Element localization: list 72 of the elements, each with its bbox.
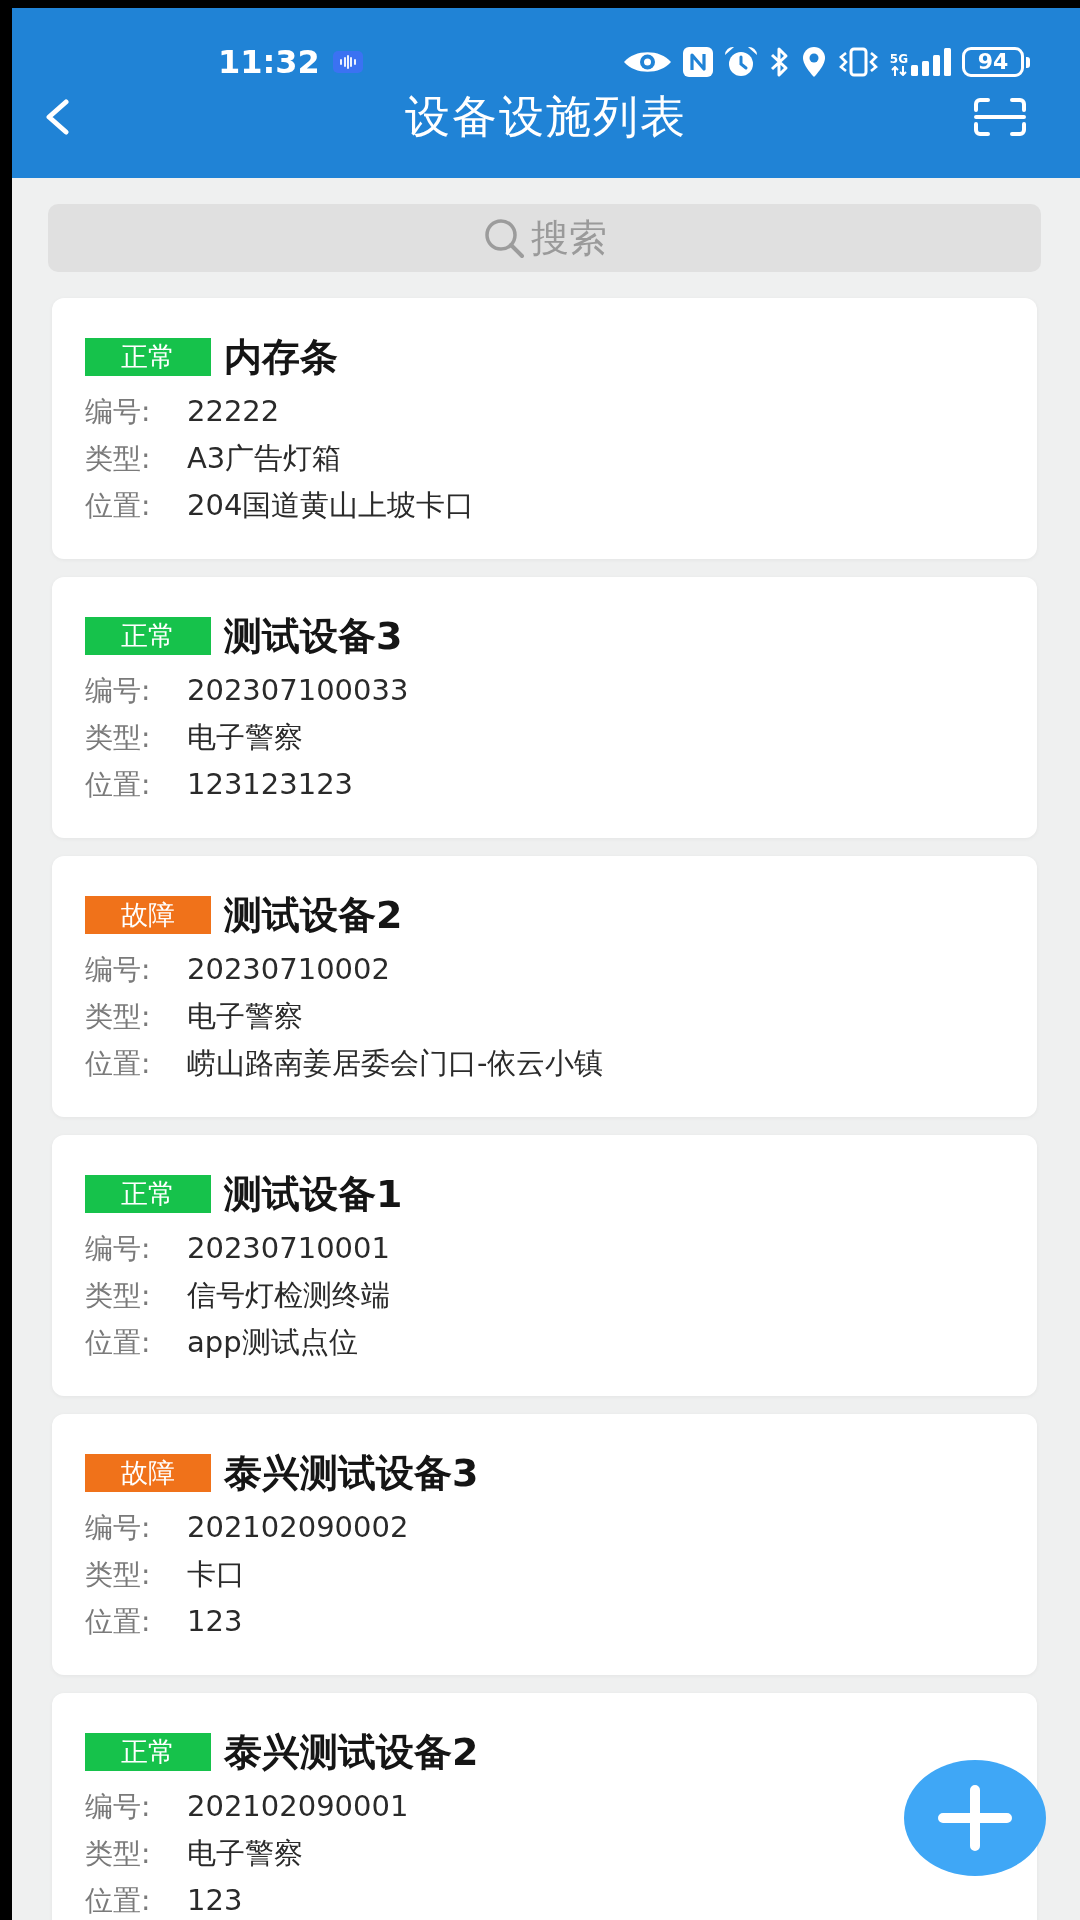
field-value: 202102090002 [187,1509,409,1546]
field-value: 22222 [187,393,280,430]
field-value: 电子警察 [187,719,303,756]
alarm-clock-icon [723,46,758,78]
field-label: 类型: [85,999,152,1035]
field-label: 编号: [85,952,152,988]
page-title: 设备设施列表 [405,89,687,145]
field-value: 崂山路南姜居委会门口-依云小镇 [187,1045,604,1082]
status-tag: 正常 [85,617,211,655]
network-type: 5G [889,53,908,66]
plus-icon [938,1785,1012,1851]
field-label: 位置: [85,1604,152,1640]
field-label: 类型: [85,1836,152,1872]
field-label: 类型: [85,441,152,477]
scan-icon [974,98,1026,136]
field-label: 编号: [85,1510,152,1546]
back-button[interactable] [43,99,71,135]
field-value: 123 [187,1882,243,1919]
device-card[interactable]: 正常 内存条 编号: 22222 类型: A3广告灯箱 位置: 204国道黄山上坡卡口 [52,298,1037,559]
device-name: 泰兴测试设备3 [224,1451,479,1495]
field-value: 20230710001 [187,1230,390,1267]
field-label: 位置: [85,1883,152,1919]
status-tag: 故障 [85,1454,211,1492]
field-value: 信号灯检测终端 [187,1277,390,1314]
field-value: 20230710002 [187,951,390,988]
field-label: 位置: [85,1046,152,1082]
location-pin-icon [800,46,827,78]
field-value: 123 [187,1603,243,1640]
field-label: 位置: [85,488,152,524]
field-label: 类型: [85,1557,152,1593]
status-time: 11:32 [218,42,320,83]
field-label: 位置: [85,1325,152,1361]
device-card[interactable]: 故障 测试设备2 编号: 20230710002 类型: 电子警察 位置: 崂山路南姜居委会门口-依云小镇 [52,856,1037,1117]
field-value: 202102090001 [187,1788,409,1825]
device-card[interactable]: 正常 测试设备1 编号: 20230710001 类型: 信号灯检测终端 位置: app测试点位 [52,1135,1037,1396]
field-value: 卡口 [187,1556,245,1593]
chevron-left-icon [43,99,71,135]
sound-wave-icon [332,51,363,73]
field-value: 204国道黄山上坡卡口 [187,487,475,524]
status-tag: 故障 [85,896,211,934]
field-label: 编号: [85,1789,152,1825]
field-value: app测试点位 [187,1324,358,1361]
field-label: 类型: [85,1278,152,1314]
status-tag: 正常 [85,338,211,376]
field-value: 123123123 [187,766,354,803]
vibrate-icon [837,47,879,77]
device-name: 测试设备1 [224,1172,403,1216]
field-label: 编号: [85,673,152,709]
field-label: 编号: [85,1231,152,1267]
field-value: 电子警察 [187,1835,303,1872]
device-card[interactable]: 故障 泰兴测试设备3 编号: 202102090002 类型: 卡口 位置: 123 [52,1414,1037,1675]
battery-percentage: 94 [977,50,1009,74]
device-card[interactable]: 正常 测试设备3 编号: 202307100033 类型: 电子警察 位置: 123123123 [52,577,1037,838]
nfc-icon [682,47,713,77]
device-name: 泰兴测试设备2 [224,1730,479,1774]
device-name: 测试设备2 [224,893,403,937]
field-value: 202307100033 [187,672,409,709]
device-name: 内存条 [224,335,338,379]
device-name: 测试设备3 [224,614,403,658]
field-label: 编号: [85,394,152,430]
scan-button[interactable] [974,98,1026,136]
field-value: A3广告灯箱 [187,440,342,477]
signal-bars-icon [911,48,951,76]
status-tag: 正常 [85,1175,211,1213]
field-value: 电子警察 [187,998,303,1035]
data-arrows-icon [889,66,908,76]
status-tag: 正常 [85,1733,211,1771]
field-label: 类型: [85,720,152,756]
device-card[interactable]: 正常 泰兴测试设备2 编号: 202102090001 类型: 电子警察 位置: 123 [52,1693,1037,1920]
search-icon [482,217,525,259]
bluetooth-icon [768,46,790,78]
field-label: 位置: [85,767,152,803]
